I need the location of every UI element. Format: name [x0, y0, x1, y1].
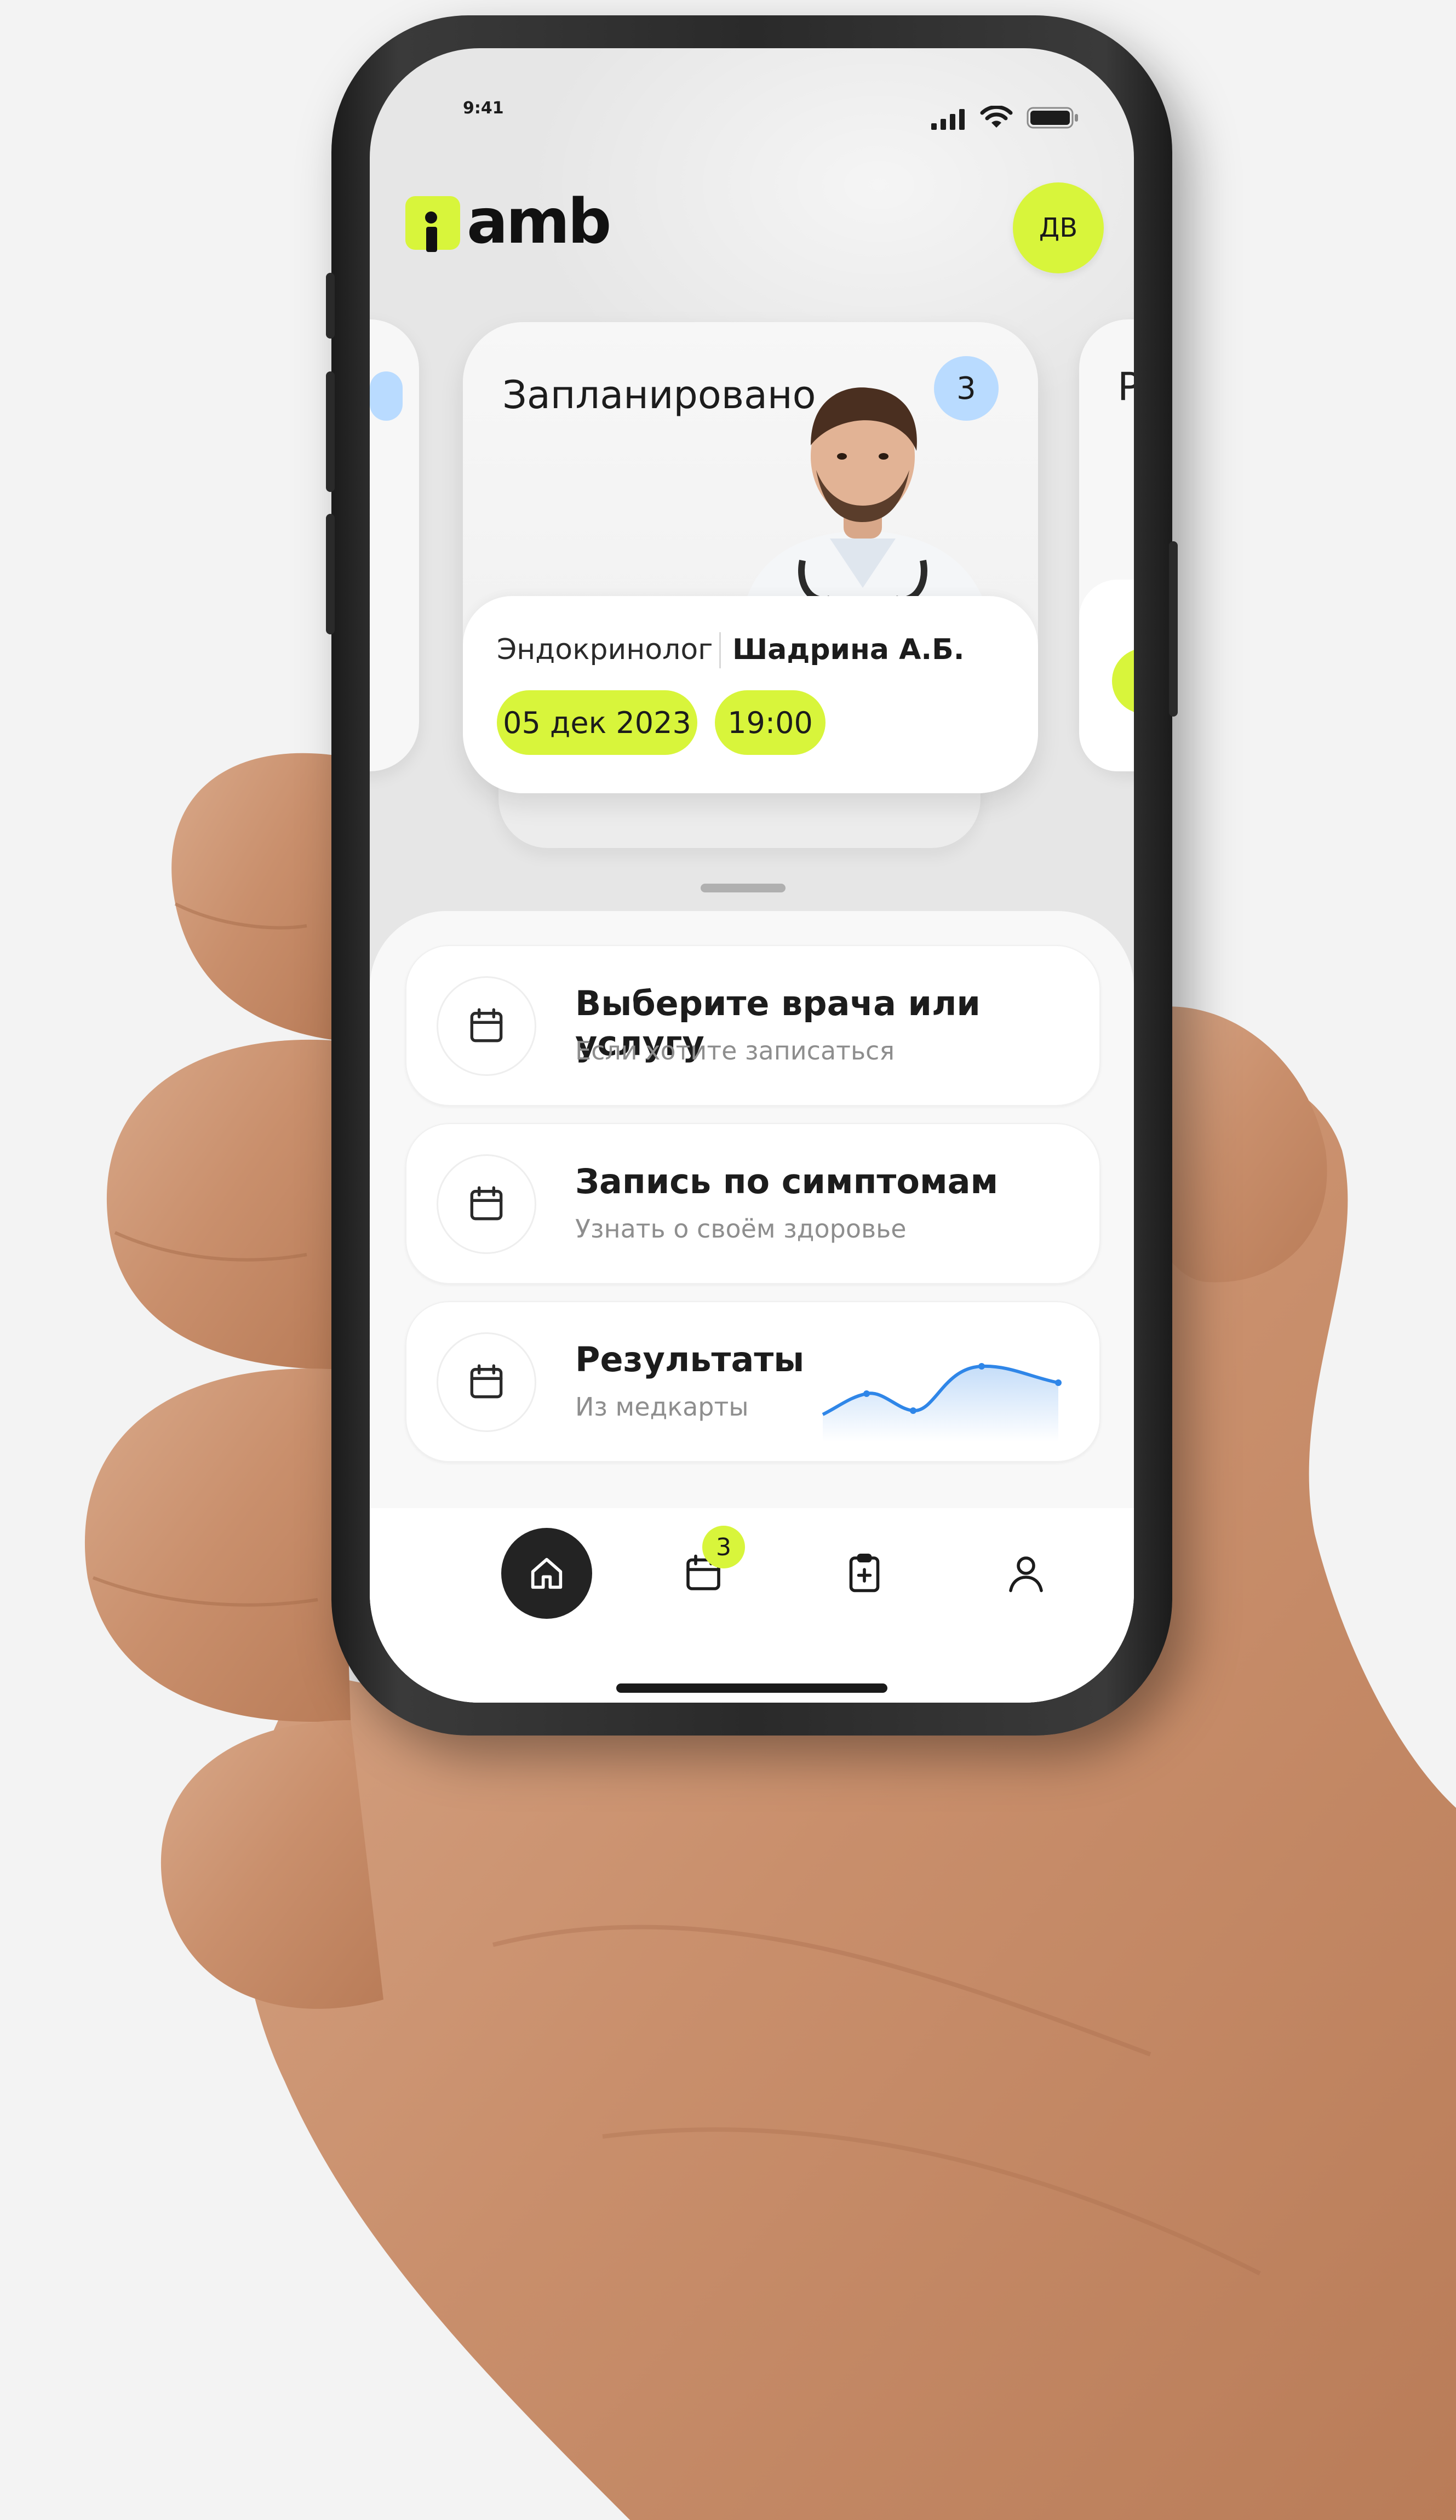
app-screen: 9:41 amb ДВ Р Запланировано 3 Эндокринол…: [370, 48, 1134, 1703]
appointment-info: Эндокринолог Шадрина А.Б. 05 дек 2023 19…: [463, 596, 1038, 793]
results-button[interactable]: Результаты Из медкарты: [405, 1301, 1100, 1462]
action-title: Результаты: [575, 1339, 805, 1379]
home-icon: [531, 1557, 563, 1589]
tab-profile[interactable]: [981, 1528, 1071, 1619]
signal-icon: [931, 109, 965, 130]
wifi-icon: [980, 106, 1013, 128]
appointments-count-badge: 3: [702, 1526, 745, 1568]
action-subtitle: Если хотите записаться: [575, 1036, 895, 1066]
calendar-icon: [437, 1154, 536, 1254]
logo-text: amb: [467, 186, 611, 257]
tab-medical-records[interactable]: [819, 1528, 910, 1619]
phone-frame: 9:41 amb ДВ Р Запланировано 3 Эндокринол…: [326, 15, 1178, 1736]
scheduled-count-badge: 3: [934, 356, 999, 421]
bottom-tab-bar: 3: [370, 1508, 1134, 1703]
action-subtitle: Узнать о своём здоровье: [575, 1214, 907, 1244]
profile-avatar[interactable]: ДВ: [1013, 182, 1104, 273]
symptom-booking-button[interactable]: Запись по симптомам Узнать о своём здоро…: [405, 1123, 1100, 1284]
clipboard-plus-icon: [849, 1553, 880, 1593]
previous-card[interactable]: [370, 319, 419, 771]
appointment-card[interactable]: Запланировано 3 Эндокринолог Шадрина А.Б…: [463, 322, 1038, 793]
battery-icon: [1027, 107, 1078, 129]
status-icons: [931, 106, 1079, 130]
appointment-time-chip: 19:00: [715, 690, 826, 755]
next-card[interactable]: Р: [1079, 319, 1134, 771]
action-title: Запись по симптомам: [575, 1161, 999, 1201]
user-icon: [1009, 1556, 1043, 1593]
divider: [719, 632, 721, 668]
appointment-date-chip: 05 дек 2023: [497, 690, 697, 755]
action-subtitle: Из медкарты: [575, 1392, 749, 1422]
app-logo: amb: [405, 186, 635, 257]
results-sparkline: [822, 1363, 1062, 1442]
status-time: 9:41: [463, 99, 504, 118]
tab-appointments[interactable]: 3: [658, 1526, 749, 1619]
calendar-icon: [437, 976, 536, 1076]
sheet-drag-handle[interactable]: [701, 884, 786, 892]
choose-doctor-button[interactable]: Выберите врача или услугу Если хотите за…: [405, 945, 1100, 1106]
doctor-specialty: Эндокринолог: [497, 633, 713, 666]
next-card-title: Р: [1117, 364, 1134, 409]
home-indicator: [616, 1683, 887, 1693]
doctor-name: Шадрина А.Б.: [732, 633, 965, 666]
calendar-icon: [437, 1332, 536, 1432]
tab-home[interactable]: [501, 1528, 592, 1619]
